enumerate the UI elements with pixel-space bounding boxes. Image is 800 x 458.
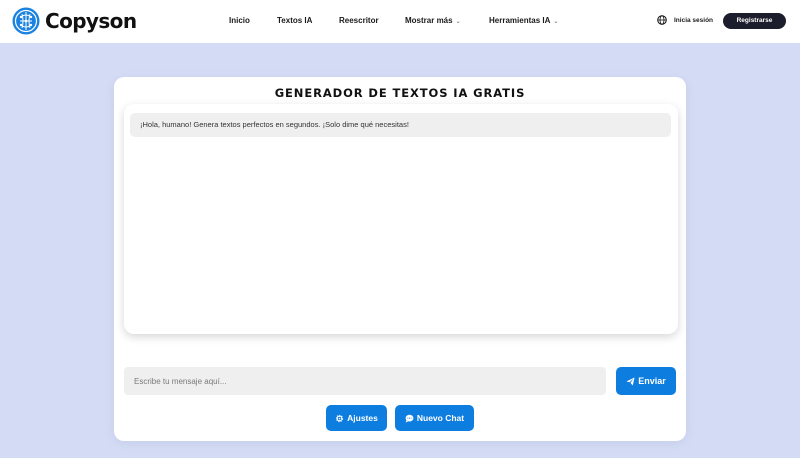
site-header: Copyson Inicio Textos IA Reescritor Most…: [0, 0, 800, 43]
new-chat-button[interactable]: Nuevo Chat: [395, 405, 474, 431]
paper-plane-icon: [626, 376, 635, 386]
globe-icon[interactable]: [657, 15, 667, 25]
nav-item-reescritor[interactable]: Reescritor: [339, 16, 379, 25]
nav-item-label: Mostrar más: [405, 16, 453, 25]
chat-message-bot: ¡Hola, humano! Genera textos perfectos e…: [130, 113, 671, 137]
nav-item-label: Herramientas IA: [489, 16, 551, 25]
nav-item-inicio[interactable]: Inicio: [229, 16, 250, 25]
generator-card: GENERADOR DE TEXTOS IA GRATIS ¡Hola, hum…: [114, 77, 686, 441]
nav-item-textos-ia[interactable]: Textos IA: [277, 16, 312, 25]
chat-window[interactable]: ¡Hola, humano! Genera textos perfectos e…: [124, 104, 678, 334]
send-button-label: Enviar: [638, 376, 666, 386]
settings-button[interactable]: Ajustes: [326, 405, 387, 431]
chevron-down-icon: ⌄: [553, 19, 559, 25]
message-input[interactable]: [124, 367, 606, 395]
chevron-down-icon: ⌄: [455, 19, 461, 25]
register-button[interactable]: Registrarse: [723, 13, 786, 29]
nav-item-mostrar-mas[interactable]: Mostrar más ⌄: [405, 16, 461, 25]
send-button[interactable]: Enviar: [616, 367, 676, 395]
login-link[interactable]: Inicia sesión: [674, 17, 713, 24]
page-title: GENERADOR DE TEXTOS IA GRATIS: [274, 86, 526, 100]
settings-button-label: Ajustes: [347, 413, 378, 423]
new-chat-button-label: Nuevo Chat: [416, 413, 465, 423]
gear-icon: [336, 414, 344, 422]
nav-item-herramientas-ia[interactable]: Herramientas IA ⌄: [489, 16, 558, 25]
chat-bubble-icon: [405, 414, 414, 423]
